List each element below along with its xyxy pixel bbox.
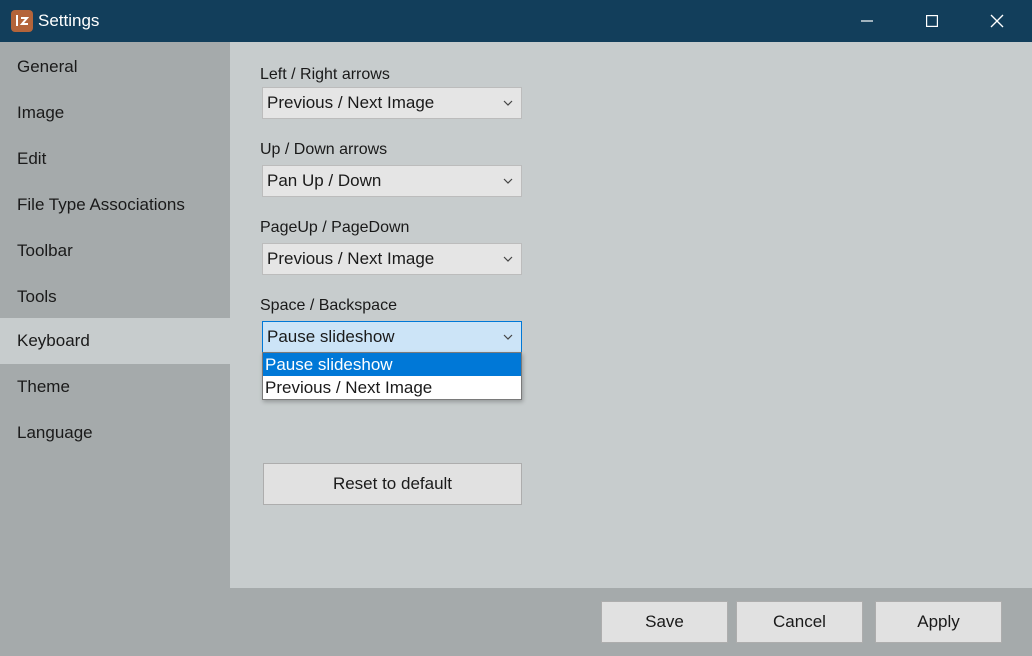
settings-sidebar: General Image Edit File Type Association… — [0, 42, 230, 588]
sidebar-item-language[interactable]: Language — [0, 410, 230, 456]
dropdown-option-previous-next-image[interactable]: Previous / Next Image — [263, 376, 521, 399]
keyboard-settings-panel: Left / Right arrows Previous / Next Imag… — [230, 42, 1032, 588]
apply-button[interactable]: Apply — [875, 601, 1002, 643]
maximize-icon — [926, 15, 938, 27]
chevron-down-icon — [503, 178, 513, 184]
sidebar-item-keyboard[interactable]: Keyboard — [0, 318, 230, 364]
pageup-pagedown-select[interactable]: Previous / Next Image — [262, 243, 522, 275]
title-bar: Settings — [0, 0, 1032, 42]
sidebar-item-toolbar[interactable]: Toolbar — [0, 228, 230, 274]
cancel-button[interactable]: Cancel — [736, 601, 863, 643]
up-down-arrows-value: Pan Up / Down — [267, 171, 382, 190]
sidebar-item-image[interactable]: Image — [0, 90, 230, 136]
left-right-arrows-value: Previous / Next Image — [267, 93, 435, 112]
chevron-down-icon — [503, 256, 513, 262]
left-right-arrows-label: Left / Right arrows — [260, 66, 390, 83]
window-title: Settings — [38, 11, 100, 30]
up-down-arrows-select[interactable]: Pan Up / Down — [262, 165, 522, 197]
space-backspace-dropdown-list: Pause slideshow Previous / Next Image — [262, 352, 522, 400]
sidebar-item-general[interactable]: General — [0, 44, 230, 90]
space-backspace-select[interactable]: Pause slideshow — [262, 321, 522, 353]
dropdown-option-pause-slideshow[interactable]: Pause slideshow — [263, 353, 521, 376]
reset-to-default-button[interactable]: Reset to default — [263, 463, 522, 505]
up-down-arrows-label: Up / Down arrows — [260, 141, 388, 158]
image-viewer-app-icon — [11, 10, 33, 32]
save-button[interactable]: Save — [601, 601, 728, 643]
space-backspace-value: Pause slideshow — [267, 327, 395, 346]
maximize-button[interactable] — [909, 0, 955, 42]
sidebar-item-theme[interactable]: Theme — [0, 364, 230, 410]
sidebar-item-edit[interactable]: Edit — [0, 136, 230, 182]
space-backspace-label: Space / Backspace — [260, 297, 397, 314]
chevron-down-icon — [503, 334, 513, 340]
left-right-arrows-select[interactable]: Previous / Next Image — [262, 87, 522, 119]
sidebar-item-tools[interactable]: Tools — [0, 274, 230, 320]
minimize-icon — [861, 20, 873, 22]
close-icon — [990, 14, 1004, 28]
pageup-pagedown-value: Previous / Next Image — [267, 249, 435, 268]
sidebar-item-file-type-associations[interactable]: File Type Associations — [0, 182, 230, 228]
chevron-down-icon — [503, 100, 513, 106]
close-button[interactable] — [974, 0, 1020, 42]
pageup-pagedown-label: PageUp / PageDown — [260, 219, 410, 236]
minimize-button[interactable] — [844, 0, 890, 42]
